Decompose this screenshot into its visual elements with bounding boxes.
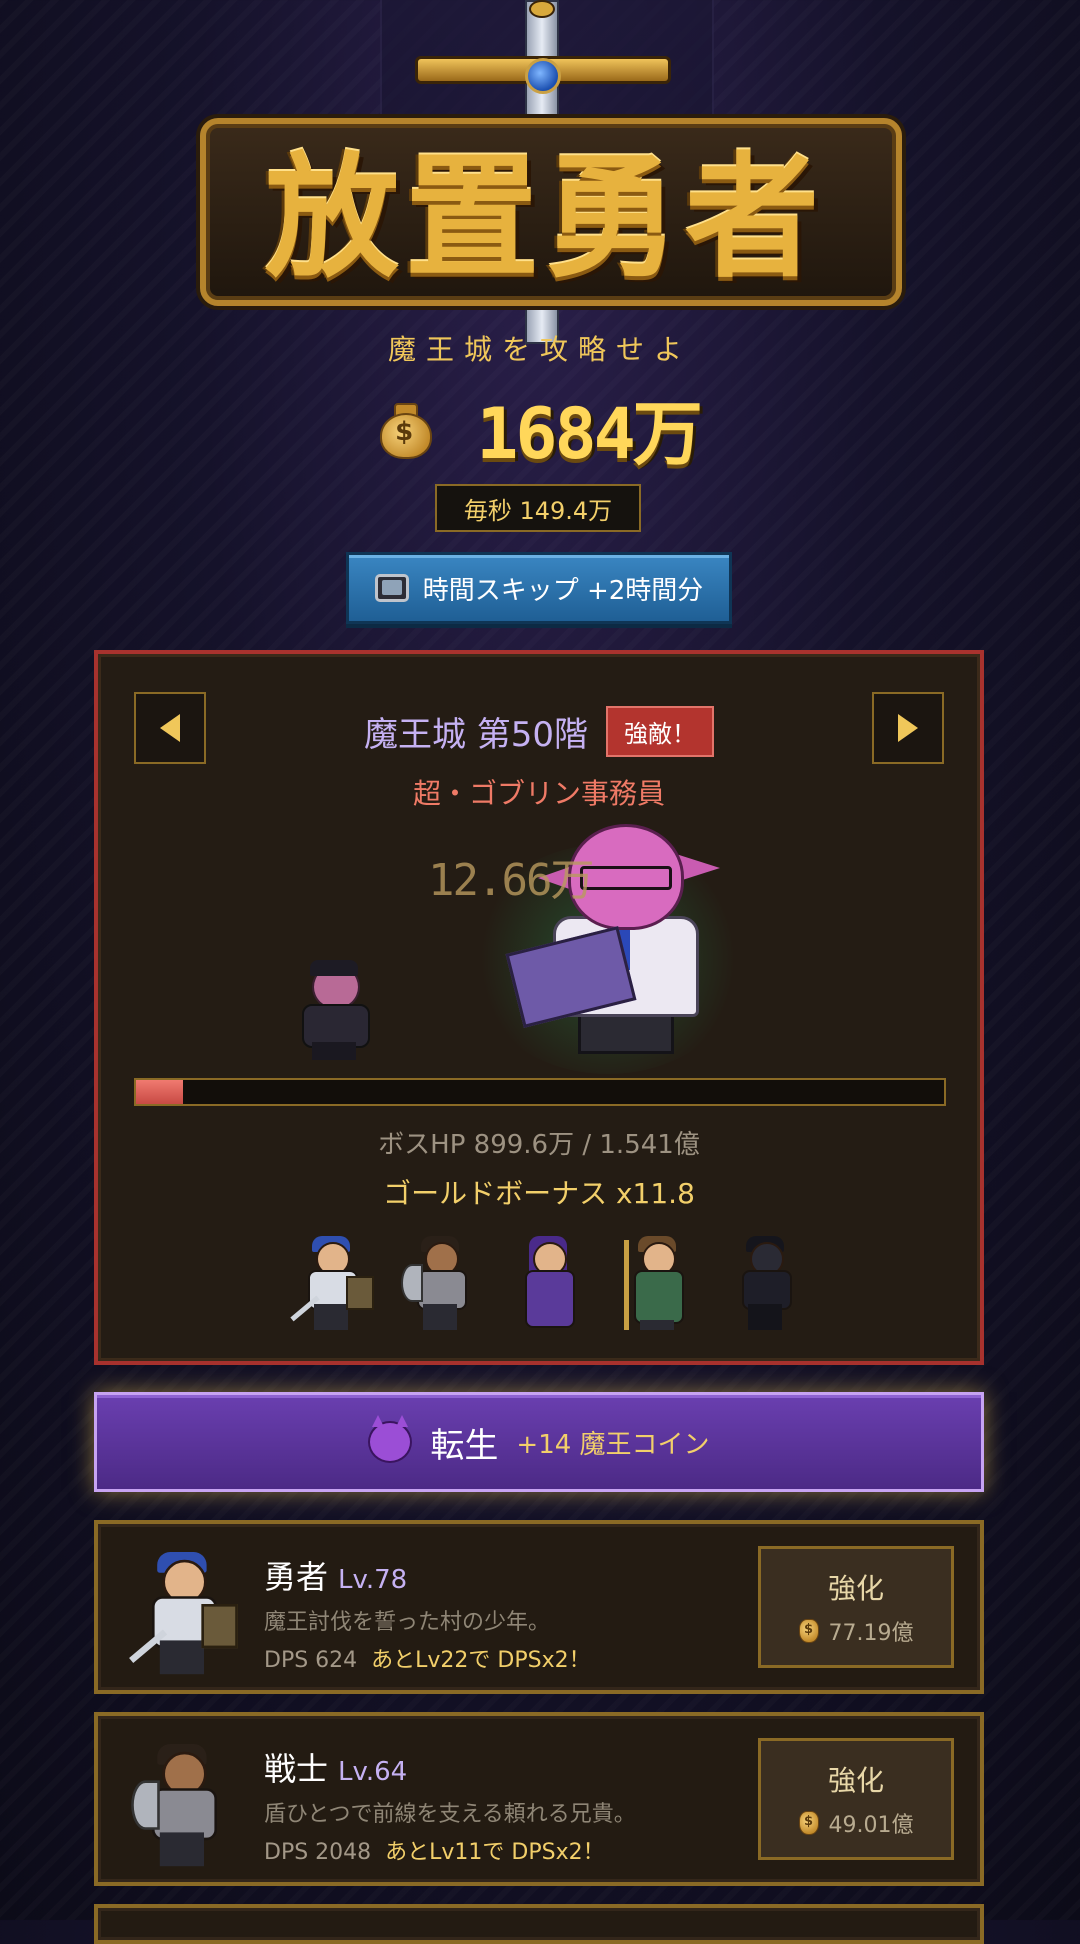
upgrade-button[interactable]: 強化 77.19億	[758, 1546, 954, 1668]
tv-icon	[374, 574, 409, 602]
time-skip-label: 時間スキップ +2時間分	[422, 575, 704, 606]
hero-card: 戦士 Lv.64 盾ひとつで前線を支える頼れる兄貴。 DPS 2048 あとLv11…	[94, 1712, 984, 1886]
hero-name: 勇者 Lv.78	[264, 1558, 408, 1596]
hero-dps: DPS 2048 あとLv11で DPSx2！	[264, 1840, 605, 1865]
hero-next-milestone: あとLv11で DPSx2！	[385, 1840, 605, 1865]
party-warrior-sprite	[397, 1236, 483, 1332]
hero-card-partial	[94, 1904, 984, 1944]
hero-dps: DPS 624 あとLv22で DPSx2！	[264, 1648, 591, 1673]
money-bag-icon: $	[380, 401, 433, 459]
gold-bonus-text: ゴールドボーナス x11.8	[383, 1177, 695, 1210]
game-subtitle: 魔王城を攻略せよ	[387, 333, 692, 366]
rebirth-reward: +14 魔王コイン	[516, 1429, 710, 1460]
hero-description: 盾ひとつで前線を支える頼れる兄貴。	[264, 1802, 636, 1827]
devil-face-icon	[368, 1415, 413, 1463]
boss-hp-fill	[136, 1080, 183, 1104]
party-priest-sprite	[614, 1236, 700, 1332]
sword-pommel	[529, 0, 555, 18]
party-ninja-sprite	[722, 1236, 808, 1332]
upgrade-cost: 49.01億	[798, 1807, 913, 1839]
boss-name: 超・ゴブリン事務員	[412, 777, 665, 810]
boss-hp-bar	[134, 1078, 946, 1106]
time-skip-button[interactable]: 時間スキップ +2時間分	[346, 552, 732, 624]
game-title: 放置勇者	[264, 138, 825, 296]
warrior-portrait	[126, 1744, 246, 1867]
hero-level: Lv.78	[338, 1565, 408, 1595]
strong-enemy-badge: 強敵！	[606, 706, 715, 757]
upgrade-cost: 77.19億	[798, 1615, 913, 1647]
gold-display: $ 1684万	[0, 388, 1080, 475]
boss-hp-text: ボスHP 899.6万 / 1.541億	[378, 1130, 700, 1160]
damage-popup: 12.66万	[428, 855, 594, 906]
floor-header: 魔王城 第50階 強敵！	[98, 706, 980, 757]
hero-level: Lv.64	[338, 1757, 408, 1787]
upgrade-button[interactable]: 強化 49.01億	[758, 1738, 954, 1860]
money-bag-icon	[798, 1619, 819, 1643]
sword-gem	[525, 58, 561, 94]
upgrade-label: 強化	[827, 1572, 884, 1605]
money-bag-icon	[798, 1811, 819, 1835]
boss-panel: 魔王城 第50階 強敵！ 超・ゴブリン事務員 12.66万 ボスHP 899.6…	[94, 650, 984, 1365]
hero-name: 戦士 Lv.64	[264, 1750, 408, 1788]
gold-amount: 1684万	[476, 392, 703, 475]
goblin-minion-sprite	[294, 960, 374, 1060]
gold-per-second: 毎秒 149.4万	[435, 484, 641, 532]
hero-next-milestone: あとLv22で DPSx2！	[371, 1648, 591, 1673]
rebirth-label: 転生	[430, 1425, 499, 1466]
upgrade-label: 強化	[827, 1764, 884, 1797]
party-mage-sprite	[505, 1236, 591, 1332]
party-row	[288, 1232, 808, 1332]
party-hero-sprite	[288, 1236, 374, 1332]
rebirth-button[interactable]: 転生 +14 魔王コイン	[94, 1392, 984, 1492]
hero-portrait	[126, 1552, 246, 1675]
hero-card: 勇者 Lv.78 魔王討伐を誓った村の少年。 DPS 624 あとLv22で DPS…	[94, 1520, 984, 1694]
game-logo: 放置勇者	[180, 0, 902, 344]
floor-title: 魔王城 第50階	[363, 715, 589, 755]
hero-description: 魔王討伐を誓った村の少年。	[264, 1610, 551, 1635]
